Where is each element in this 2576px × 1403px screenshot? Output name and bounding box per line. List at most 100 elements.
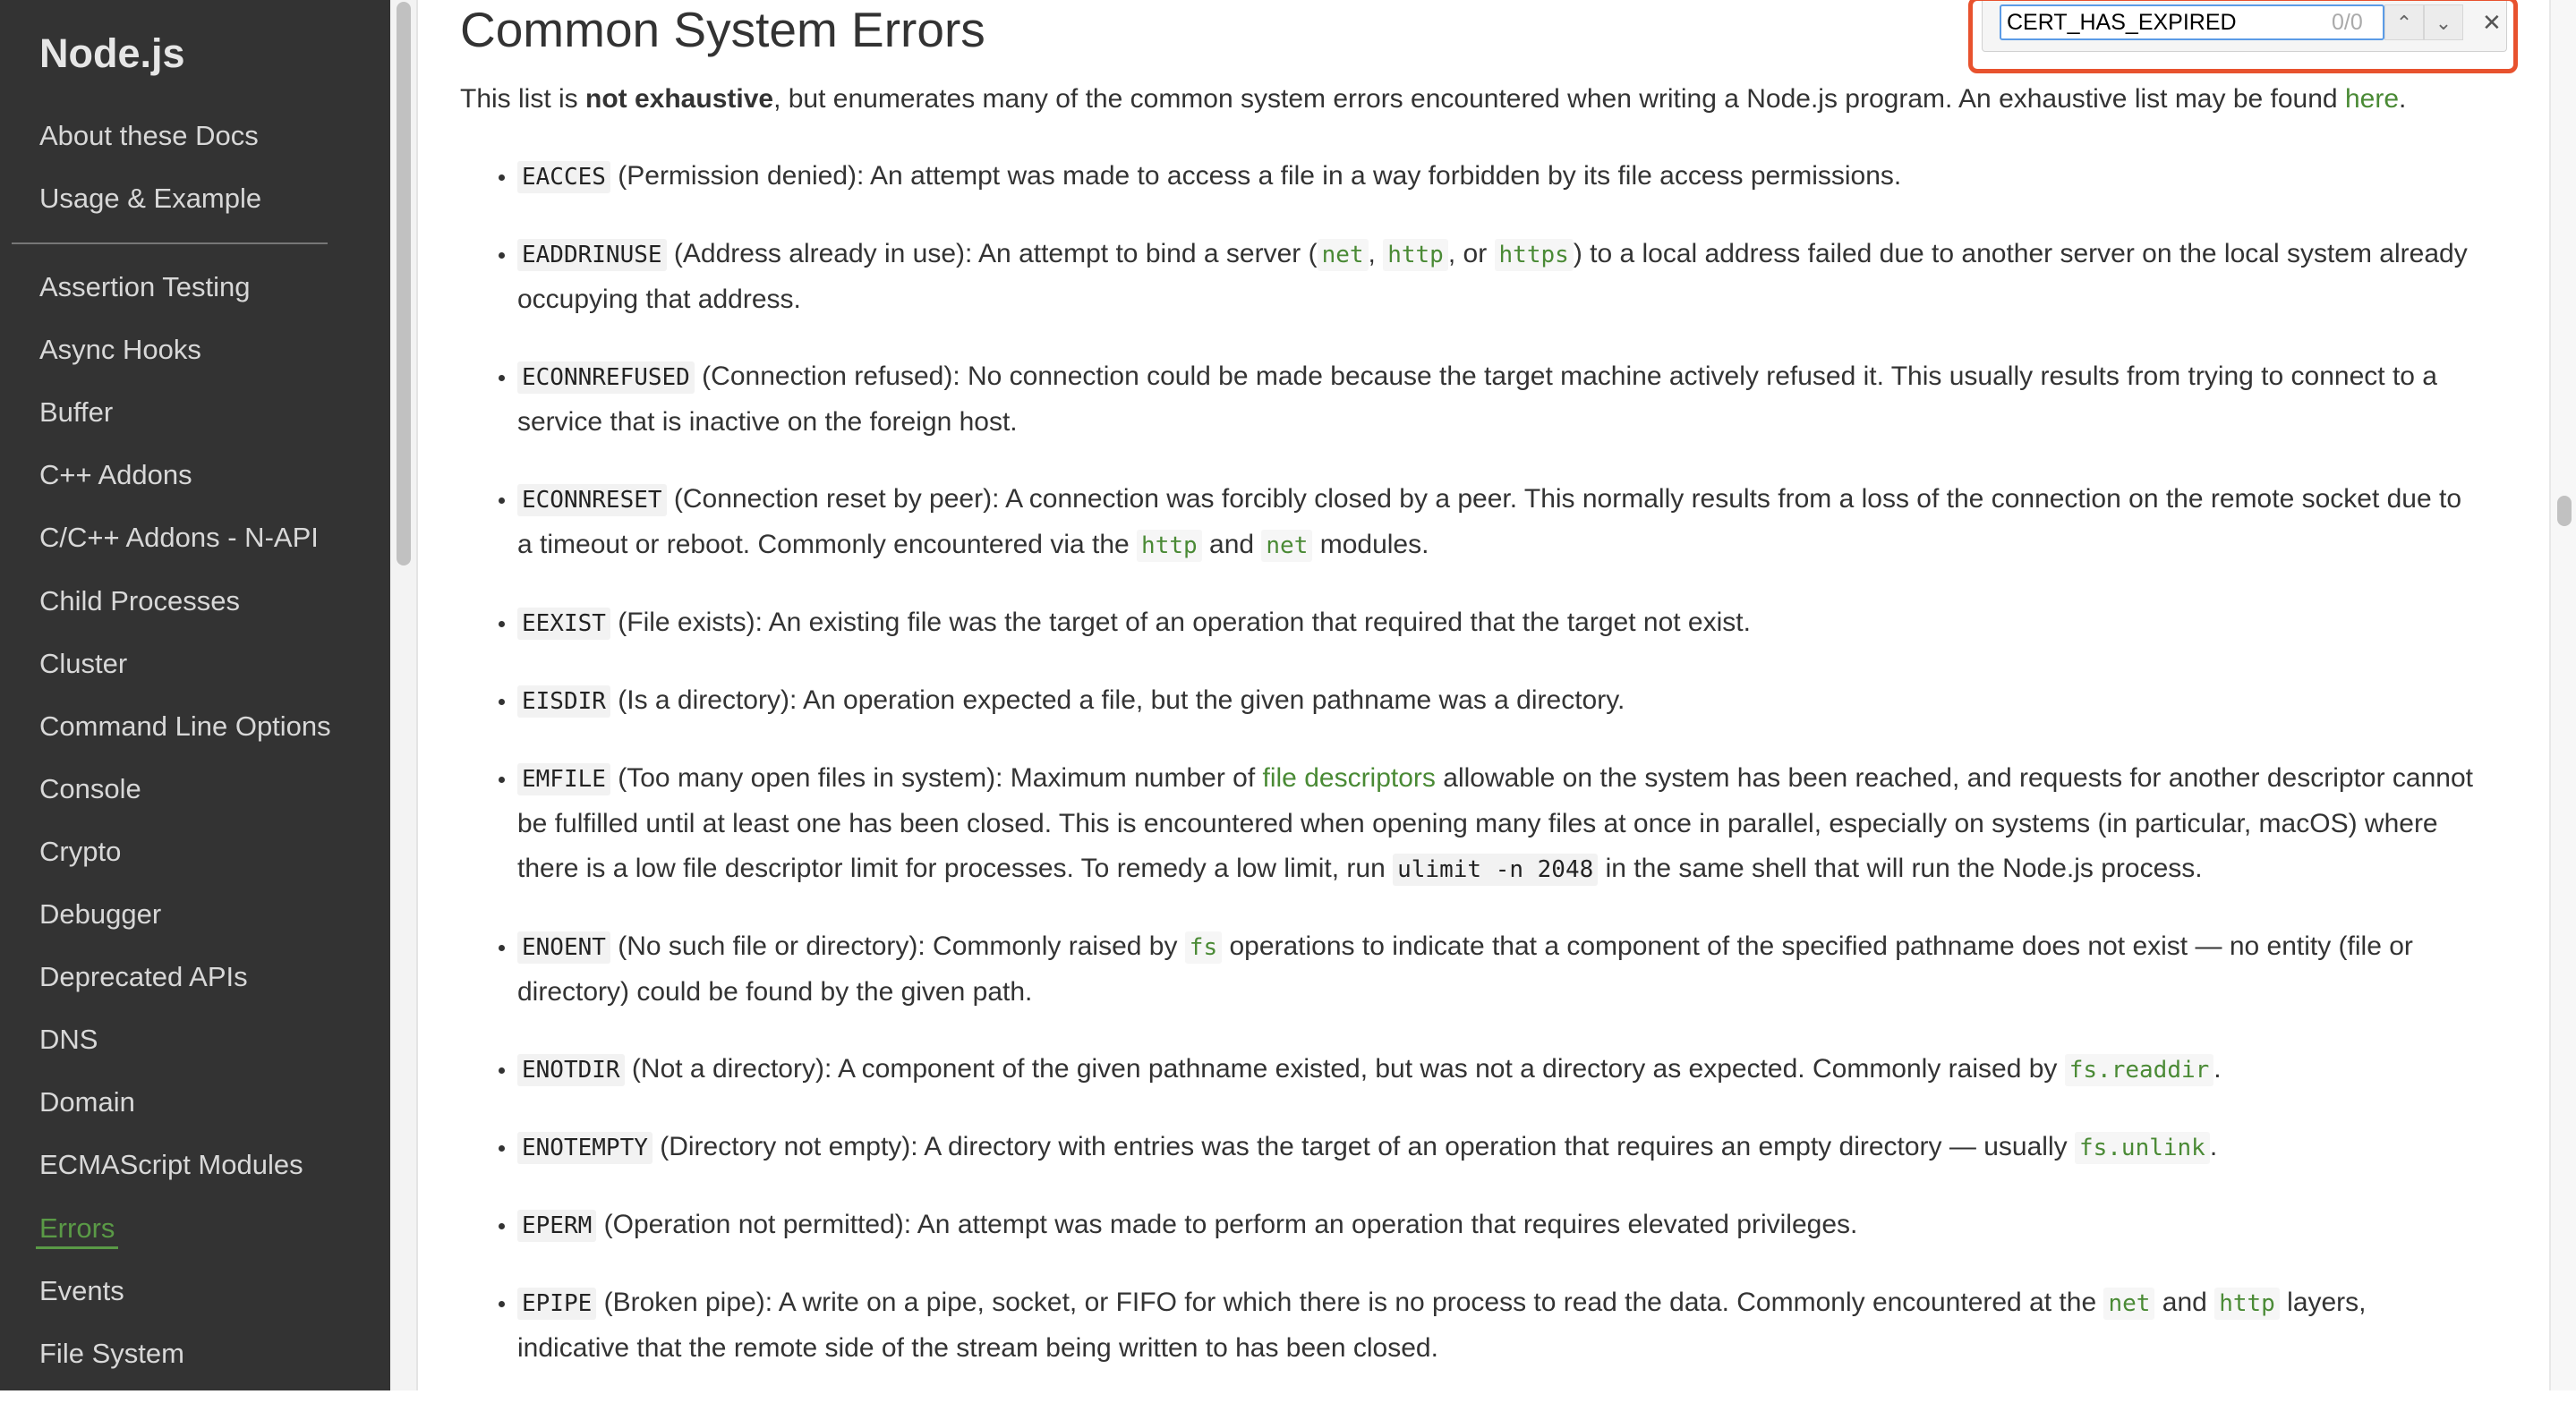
- description-text: (Address already in use): An attempt to …: [666, 239, 1318, 268]
- code-link[interactable]: http: [2214, 1288, 2280, 1320]
- sidebar-item-domain[interactable]: Domain: [39, 1084, 135, 1120]
- intro-text: , but enumerates many of the common syst…: [773, 84, 2345, 114]
- sidebar-item-events[interactable]: Events: [39, 1273, 124, 1309]
- description-text: and: [2154, 1288, 2215, 1317]
- code-link[interactable]: http: [1383, 239, 1448, 271]
- description-text: (Directory not empty): A directory with …: [652, 1132, 2075, 1161]
- code-link[interactable]: fs: [1184, 931, 1223, 964]
- main-content: Common System Errors This list is not ex…: [460, 0, 2483, 1403]
- code-link[interactable]: fs.unlink: [2074, 1132, 2210, 1164]
- description-text: , or: [1447, 239, 1495, 268]
- code-link[interactable]: net: [1261, 530, 1313, 562]
- sidebar-item-c-c-addons-n-api[interactable]: C/C++ Addons - N-API: [39, 520, 319, 556]
- doc-link[interactable]: file descriptors: [1263, 763, 1436, 793]
- error-code: EEXIST: [517, 608, 610, 640]
- sidebar-item-debugger[interactable]: Debugger: [39, 897, 161, 932]
- sidebar-item-cluster[interactable]: Cluster: [39, 646, 127, 682]
- find-prev-button[interactable]: ⌃: [2384, 4, 2424, 40]
- code-link[interactable]: net: [1317, 239, 1369, 271]
- error-code: ENOTEMPTY: [517, 1132, 653, 1164]
- code-link-text: http: [1137, 530, 1202, 562]
- description-text: ,: [1368, 239, 1384, 268]
- error-code: EADDRINUSE: [517, 239, 667, 271]
- sidebar-item-c-addons[interactable]: C++ Addons: [39, 457, 192, 493]
- chevron-up-icon: ⌃: [2395, 12, 2413, 34]
- list-item: ENOTEMPTY (Directory not empty): A direc…: [517, 1125, 2483, 1170]
- list-item: EPIPE (Broken pipe): A write on a pipe, …: [517, 1280, 2483, 1371]
- code-link-text: net: [1261, 530, 1313, 562]
- error-code: EPERM: [517, 1210, 597, 1242]
- code-link-text: http: [1383, 239, 1448, 271]
- error-code: EPIPE: [517, 1288, 597, 1320]
- list-item: ENOTDIR (Not a directory): A component o…: [517, 1047, 2483, 1093]
- chevron-down-icon: ⌄: [2435, 12, 2452, 34]
- find-bar: 0/0 ⌃ ⌄ ✕: [1968, 0, 2518, 73]
- error-code: ENOTDIR: [517, 1054, 625, 1086]
- sidebar-item-dns[interactable]: DNS: [39, 1022, 98, 1058]
- intro-text: This list is: [460, 84, 586, 114]
- sidebar-item-errors[interactable]: Errors: [36, 1211, 119, 1249]
- description-text: (Not a directory): A component of the gi…: [624, 1054, 2065, 1084]
- code-link[interactable]: net: [2103, 1288, 2155, 1320]
- code-link-text: net: [2103, 1288, 2155, 1320]
- find-input[interactable]: [2000, 4, 2384, 40]
- code-link-text: fs.readdir: [2064, 1054, 2214, 1086]
- sidebar-item-command-line-options[interactable]: Command Line Options: [39, 709, 331, 744]
- sidebar-item-deprecated-apis[interactable]: Deprecated APIs: [39, 959, 248, 995]
- error-list: EACCES (Permission denied): An attempt w…: [460, 154, 2483, 1371]
- error-code: EISDIR: [517, 685, 610, 718]
- code-link[interactable]: http: [1137, 530, 1202, 562]
- sidebar-divider: [12, 242, 328, 244]
- page-scrollbar-thumb[interactable]: [2557, 496, 2572, 526]
- code-link[interactable]: fs.readdir: [2064, 1054, 2214, 1086]
- list-item: ECONNRESET (Connection reset by peer): A…: [517, 477, 2483, 568]
- inline-code: ulimit -n 2048: [1393, 854, 1599, 886]
- find-next-button[interactable]: ⌄: [2424, 4, 2463, 40]
- sidebar-item-file-system[interactable]: File System: [39, 1336, 184, 1372]
- list-item: EPERM (Operation not permitted): An atte…: [517, 1203, 2483, 1248]
- sidebar-item-crypto[interactable]: Crypto: [39, 834, 121, 870]
- list-item: ENOENT (No such file or directory): Comm…: [517, 924, 2483, 1015]
- find-match-count: 0/0: [2332, 10, 2363, 35]
- sidebar-scrollbar[interactable]: [390, 0, 418, 1390]
- sidebar-item-usage[interactable]: Usage & Example: [39, 181, 261, 217]
- sidebar-item-async-hooks[interactable]: Async Hooks: [39, 332, 201, 368]
- sidebar-item-buffer[interactable]: Buffer: [39, 395, 113, 430]
- error-code: ECONNRESET: [517, 484, 667, 516]
- intro-bold: not exhaustive: [585, 84, 774, 114]
- description-text: (Is a directory): An operation expected …: [610, 685, 1625, 715]
- sidebar-item-about[interactable]: About these Docs: [39, 118, 259, 154]
- description-text: and: [1201, 530, 1262, 559]
- description-text: (Too many open files in system): Maximum…: [610, 763, 1263, 793]
- description-text: (Connection refused): No connection coul…: [517, 361, 2437, 437]
- code-link-text: net: [1317, 239, 1369, 271]
- sidebar-item-ecmascript-modules[interactable]: ECMAScript Modules: [39, 1147, 303, 1183]
- sidebar-item-assertion-testing[interactable]: Assertion Testing: [39, 269, 251, 305]
- sidebar-item-child-processes[interactable]: Child Processes: [39, 583, 240, 619]
- error-code: ECONNREFUSED: [517, 361, 695, 394]
- description-text: (File exists): An existing file was the …: [610, 608, 1751, 637]
- description-text: (Broken pipe): A write on a pipe, socket…: [596, 1288, 2104, 1317]
- code-link[interactable]: https: [1494, 239, 1574, 271]
- list-item: EACCES (Permission denied): An attempt w…: [517, 154, 2483, 200]
- sidebar-item-console[interactable]: Console: [39, 771, 141, 807]
- description-text: (Connection reset by peer): A connection…: [517, 484, 2462, 559]
- description-text: .: [2209, 1132, 2218, 1161]
- description-text: (Permission denied): An attempt was made…: [610, 161, 1902, 191]
- list-item: EISDIR (Is a directory): An operation ex…: [517, 678, 2483, 724]
- code-link-text: fs: [1184, 931, 1223, 964]
- sidebar: Node.js About these Docs Usage & Example…: [0, 0, 390, 1390]
- error-code: EMFILE: [517, 763, 610, 795]
- here-link[interactable]: here: [2345, 84, 2399, 114]
- code-link-text: https: [1494, 239, 1574, 271]
- brand-logo-text[interactable]: Node.js: [39, 30, 185, 77]
- close-icon: ✕: [2482, 9, 2502, 36]
- intro-text: .: [2399, 84, 2407, 114]
- description-text: (Operation not permitted): An attempt wa…: [596, 1210, 1858, 1239]
- find-panel: 0/0 ⌃ ⌄ ✕: [1982, 1, 2507, 52]
- sidebar-scrollbar-thumb[interactable]: [397, 2, 411, 565]
- find-close-button[interactable]: ✕: [2482, 4, 2502, 40]
- list-item: ECONNREFUSED (Connection refused): No co…: [517, 354, 2483, 445]
- page-scrollbar[interactable]: [2549, 0, 2576, 1390]
- list-item: EADDRINUSE (Address already in use): An …: [517, 232, 2483, 322]
